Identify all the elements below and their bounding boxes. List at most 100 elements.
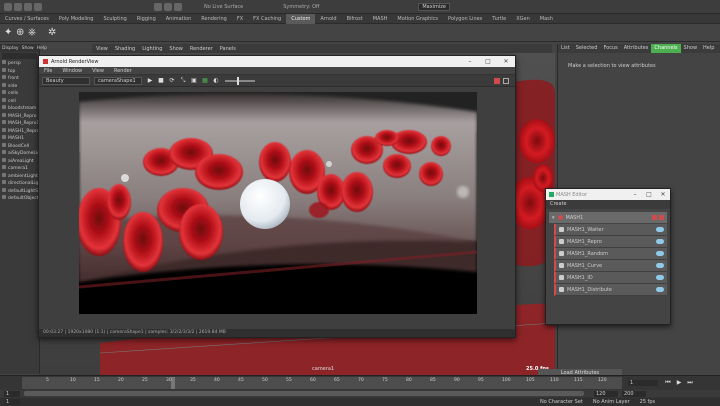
shelf-tab-xgen[interactable]: XGen bbox=[511, 14, 535, 24]
stop-icon[interactable]: ■ bbox=[157, 77, 165, 85]
crop-icon[interactable]: ⤡ bbox=[179, 77, 187, 85]
rv-menu-view[interactable]: View bbox=[92, 68, 104, 74]
aov-dropdown[interactable]: Beauty bbox=[42, 76, 90, 85]
render-view-titlebar[interactable]: Arnold RenderView – □ ✕ bbox=[39, 56, 515, 67]
panel-menu-view[interactable]: View bbox=[96, 46, 108, 52]
rv-menu-file[interactable]: File bbox=[44, 68, 52, 74]
range-start-field[interactable]: 1 bbox=[4, 390, 20, 397]
outliner-item[interactable]: ambientLight1 bbox=[0, 172, 39, 181]
shelf-move-icon[interactable]: ⊕ bbox=[16, 27, 28, 39]
ae-tab-attributes[interactable]: Attributes bbox=[621, 44, 652, 53]
ae-tab-help[interactable]: Help bbox=[700, 44, 717, 53]
ae-tab-selected[interactable]: Selected bbox=[573, 44, 601, 53]
workspace-dropdown[interactable]: Maximize bbox=[418, 2, 450, 11]
shelf-tab-mash2[interactable]: Mash bbox=[535, 14, 558, 24]
outliner-item[interactable]: bloodstream bbox=[0, 105, 39, 113]
shelf-tool-icon[interactable]: ⎈ bbox=[28, 27, 40, 39]
play-icon[interactable]: ▶ bbox=[675, 379, 683, 387]
outliner-item[interactable]: top bbox=[0, 67, 39, 76]
character-set-label[interactable]: No Character Set bbox=[540, 399, 583, 405]
snap-grid-icon[interactable] bbox=[164, 2, 172, 11]
panel-menu-panels[interactable]: Panels bbox=[220, 46, 236, 52]
shelf-tab-rendering[interactable]: Rendering bbox=[196, 14, 232, 24]
shelf-tab-turtle[interactable]: Turtle bbox=[487, 14, 511, 24]
close-icon[interactable]: ✕ bbox=[497, 58, 515, 65]
mash-node-row[interactable]: MASH1_Repro bbox=[554, 236, 667, 248]
red-channel-icon[interactable] bbox=[494, 77, 500, 84]
exposure-slider-handle[interactable] bbox=[237, 76, 239, 85]
ae-tab-show[interactable]: Show bbox=[681, 44, 701, 53]
outliner-item[interactable]: aiAreaLight bbox=[0, 157, 39, 166]
shelf-tab-polylines[interactable]: Polygon Lines bbox=[443, 14, 487, 24]
mash-network-add-icon[interactable] bbox=[659, 215, 664, 220]
symmetry-field[interactable]: Symmetry: Off bbox=[283, 4, 319, 10]
mash-create-menu[interactable]: Create bbox=[546, 200, 670, 209]
mash-node-row[interactable]: MASH1_ID bbox=[554, 272, 667, 284]
expand-arrow-icon[interactable]: ▾ bbox=[552, 215, 555, 221]
mash-node-toggle[interactable] bbox=[656, 227, 664, 232]
panel-menu-renderer[interactable]: Renderer bbox=[190, 46, 213, 52]
mash-node-row[interactable]: MASH1_Waiter bbox=[554, 224, 667, 236]
start-frame-field[interactable]: 1 bbox=[628, 380, 658, 386]
outliner-item[interactable]: cells bbox=[0, 90, 39, 98]
mash-node-toggle[interactable] bbox=[656, 251, 664, 256]
outliner-item[interactable]: MASH_Repro1 bbox=[0, 120, 39, 128]
outliner-item[interactable]: MASH_Repro bbox=[0, 112, 39, 121]
outliner-item[interactable]: MASH1 bbox=[0, 135, 39, 143]
outliner-item[interactable]: defaultLightSet bbox=[0, 187, 39, 196]
mash-node-row[interactable]: MASH1_Random bbox=[554, 248, 667, 260]
panel-menu-shading[interactable]: Shading bbox=[115, 46, 135, 52]
ae-tab-channels[interactable]: Channels bbox=[651, 44, 681, 53]
magnet-icon[interactable] bbox=[154, 2, 162, 11]
ae-tab-focus[interactable]: Focus bbox=[600, 44, 620, 53]
shelf-tab-motion[interactable]: Motion Graphics bbox=[392, 14, 443, 24]
range-max-field[interactable]: 200 bbox=[622, 390, 646, 397]
range-slider[interactable] bbox=[24, 391, 584, 396]
go-to-start-icon[interactable]: ⏮ bbox=[664, 379, 672, 387]
anim-layer-label[interactable]: No Anim Layer bbox=[593, 399, 630, 405]
mash-node-toggle[interactable] bbox=[656, 239, 664, 244]
mash-node-toggle[interactable] bbox=[656, 287, 664, 292]
shelf-tab-mash[interactable]: MASH bbox=[368, 14, 393, 24]
go-to-end-icon[interactable]: ⏭ bbox=[686, 379, 694, 387]
minimize-icon[interactable]: – bbox=[461, 58, 479, 65]
mash-maximize-icon[interactable]: □ bbox=[642, 191, 656, 198]
shelf-tab-curves[interactable]: Curves / Surfaces bbox=[0, 14, 54, 24]
mash-minimize-icon[interactable]: – bbox=[628, 191, 642, 198]
camera-dropdown[interactable]: cameraShape1 bbox=[94, 76, 142, 85]
outliner-menu-show[interactable]: Show bbox=[22, 46, 34, 51]
snap-curve-icon[interactable] bbox=[174, 2, 182, 11]
panel-menu-show[interactable]: Show bbox=[169, 46, 183, 52]
live-surface-field[interactable]: No Live Surface bbox=[204, 4, 243, 10]
exposure-slider[interactable] bbox=[225, 76, 255, 85]
mash-node-toggle[interactable] bbox=[656, 263, 664, 268]
fps-field[interactable]: 25 fps bbox=[640, 399, 656, 405]
outliner-item[interactable]: directionalLight bbox=[0, 180, 39, 188]
save-image-icon[interactable]: ▣ bbox=[190, 77, 198, 85]
shelf-tab-animation[interactable]: Animation bbox=[161, 14, 197, 24]
outliner-item[interactable]: MASH1_ReproMesh bbox=[0, 127, 39, 136]
outliner-item[interactable]: cell bbox=[0, 97, 39, 106]
maximize-icon[interactable]: □ bbox=[479, 58, 497, 65]
outliner-item[interactable]: defaultObjectSet bbox=[0, 195, 39, 203]
ae-tab-list[interactable]: List bbox=[558, 44, 573, 53]
outliner-item[interactable]: front bbox=[0, 75, 39, 83]
shelf-tab-custom[interactable]: Custom bbox=[286, 13, 316, 24]
shelf-star-icon[interactable]: ✲ bbox=[48, 27, 60, 39]
mash-network-row[interactable]: ▾ MASH1 bbox=[549, 212, 667, 223]
open-scene-icon[interactable] bbox=[24, 2, 32, 11]
mash-node-row[interactable]: MASH1_Curve bbox=[554, 260, 667, 272]
range-end-field[interactable]: 120 bbox=[594, 390, 618, 397]
current-frame-field[interactable]: 1 bbox=[4, 399, 20, 405]
outliner-menu-help[interactable]: Help bbox=[37, 46, 47, 51]
mash-close-icon[interactable]: ✕ bbox=[656, 191, 670, 198]
shelf-tab-rigging[interactable]: Rigging bbox=[132, 14, 161, 24]
new-scene-icon[interactable] bbox=[14, 2, 22, 11]
save-scene-icon[interactable] bbox=[34, 2, 42, 11]
shelf-tab-arnold[interactable]: Arnold bbox=[315, 14, 341, 24]
mash-editor-titlebar[interactable]: MASH Editor – □ ✕ bbox=[546, 189, 670, 200]
outliner-item[interactable]: camera1 bbox=[0, 165, 39, 173]
mode-icon[interactable] bbox=[4, 2, 12, 11]
shelf-tab-bifrost[interactable]: Bifrost bbox=[342, 14, 368, 24]
panel-menu-lighting[interactable]: Lighting bbox=[142, 46, 162, 52]
